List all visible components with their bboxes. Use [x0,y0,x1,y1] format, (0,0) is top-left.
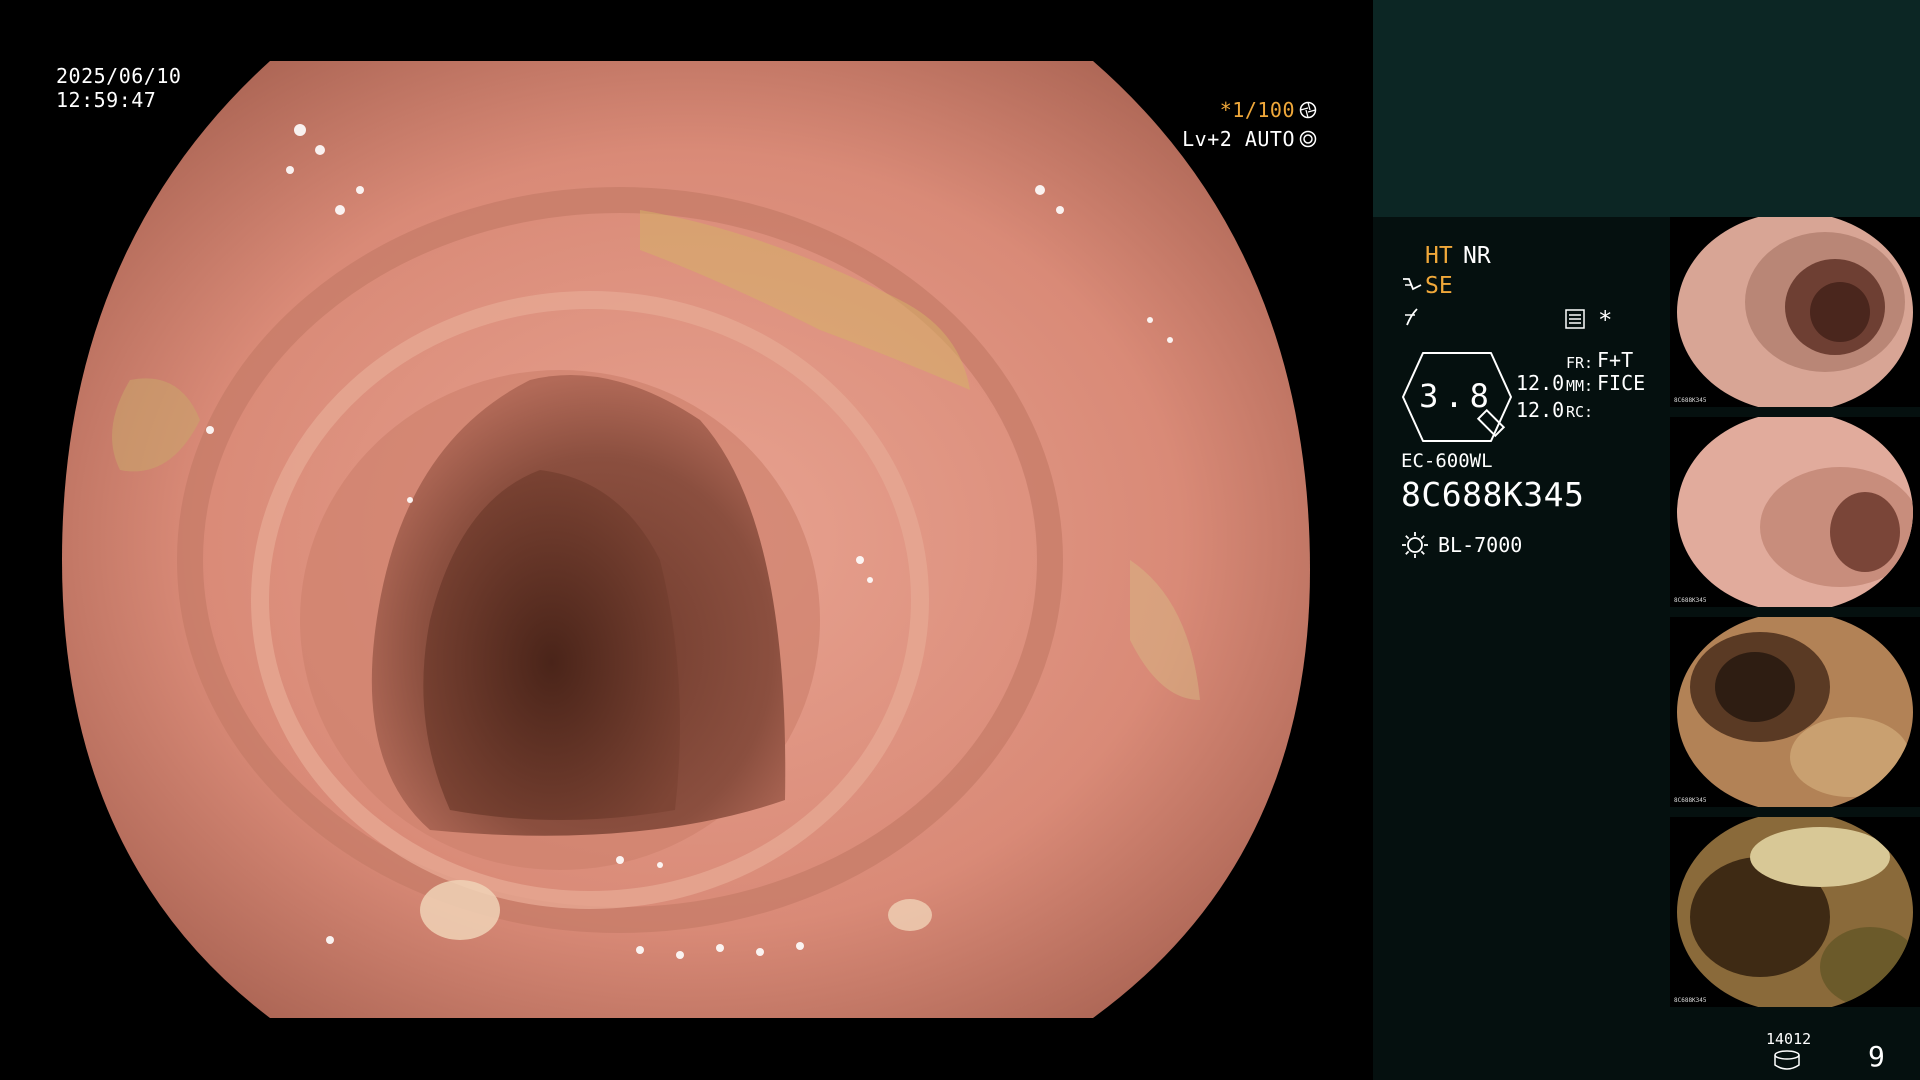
thumbnail-serial: 8C688K345 [1674,797,1707,804]
settings-column: HT NR SE * 3.8 12.0 12.0 FR: F+T MM: FIC… [1373,217,1673,1080]
panel-header-area [1373,0,1920,217]
image-count: 14012 [1766,1030,1812,1048]
fr-value: F+T [1597,348,1634,372]
iris-text: Lv+2 AUTO [1182,127,1295,151]
thumbnail-2[interactable]: 8C688K345 [1670,417,1920,607]
thumbnail-serial: 8C688K345 [1674,597,1707,604]
menu-icon [1565,309,1585,329]
light-source-icon [1402,532,1428,558]
star-marker: * [1598,306,1613,334]
scope-serial: 8C688K345 [1401,475,1585,514]
value-lower: 12.0 [1516,398,1565,422]
time-text: 12:59:47 [56,88,157,112]
iris-indicator: Lv+2 AUTO [1182,127,1317,151]
thumbnail-1[interactable]: 8C688K345 [1670,217,1920,407]
scope-model: EC-600WL [1401,450,1493,472]
datetime: 2025/06/10 12:59:47 [56,64,181,112]
database-icon [1774,1050,1800,1070]
info-panel: HT NR SE * 3.8 12.0 12.0 FR: F+T MM: FIC… [1373,0,1920,1080]
shutter-text: *1/100 [1219,98,1295,122]
main-endoscope-view: 2025/06/10 12:59:47 *1/100 Lv+2 AUTO [0,0,1373,1080]
ht-label: HT [1425,243,1453,269]
endoscope-image [62,61,1310,1018]
shutter-indicator: *1/100 [1220,98,1317,122]
rc-key: RC: [1566,403,1594,421]
mm-key: MM: [1566,377,1594,395]
nr-label: NR [1463,243,1491,269]
se-label: SE [1425,273,1453,299]
zoom-value: 3.8 [1419,377,1495,415]
captured-thumbnails: 8C688K345 8C688K345 8C688K345 8C688K345 [1670,217,1920,1017]
fr-key: FR: [1566,354,1594,372]
capture-count: 9 [1868,1040,1885,1073]
thumbnail-3[interactable]: 8C688K345 [1670,617,1920,807]
mm-value: FICE [1597,371,1646,395]
value-upper: 12.0 [1516,371,1565,395]
shutter-icon [1299,101,1317,119]
thumbnail-serial: 8C688K345 [1674,997,1707,1004]
color-enhance-icon [1405,308,1418,326]
thumbnail-4[interactable]: 8C688K345 [1670,817,1920,1007]
thumbnail-serial: 8C688K345 [1674,397,1707,404]
light-source-label: BL-7000 [1438,533,1523,557]
date-text: 2025/06/10 [56,64,182,88]
iris-icon [1299,130,1317,148]
structure-enhance-icon [1403,278,1422,291]
